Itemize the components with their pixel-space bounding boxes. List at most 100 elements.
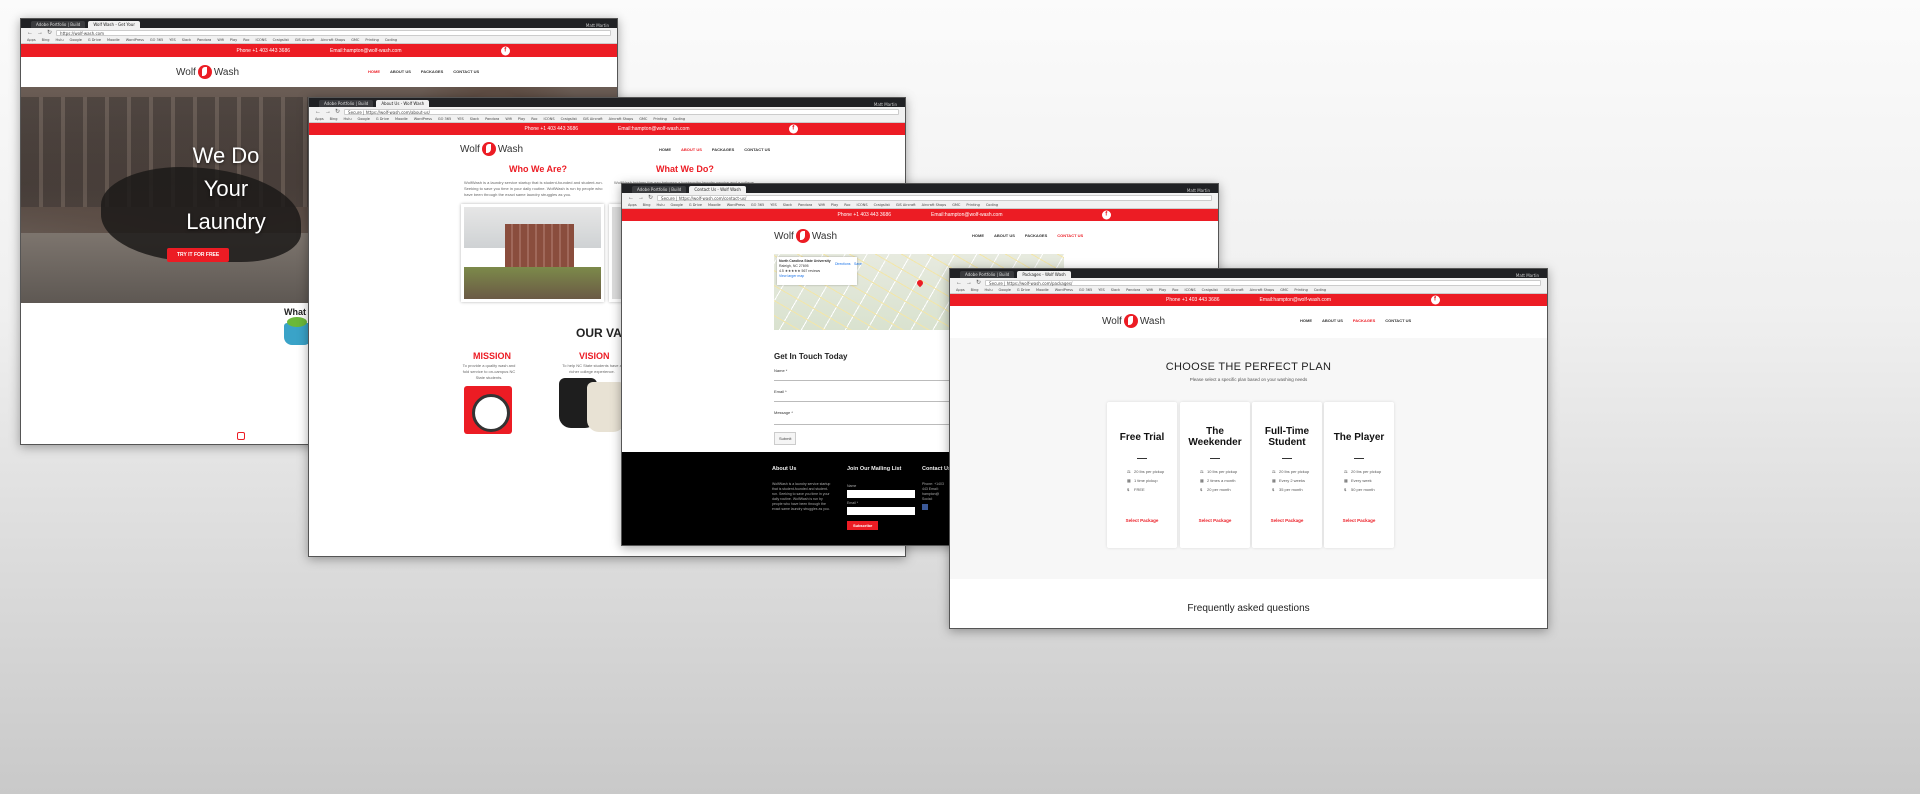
phone-text[interactable]: Phone +1 403 443 3686 (1166, 297, 1220, 303)
email-text[interactable]: Email:hampton@wolf-wash.com (1260, 297, 1332, 303)
map-save-link[interactable]: Save (854, 262, 862, 266)
email-text[interactable]: Email:hampton@wolf-wash.com (330, 48, 402, 54)
bookmark[interactable]: WordPress (727, 203, 745, 207)
facebook-icon[interactable]: f (1430, 295, 1440, 305)
bookmark[interactable]: YES (770, 203, 777, 207)
bookmark[interactable]: Wifi (217, 38, 224, 42)
bookmark[interactable]: Aircraft Shops (609, 117, 634, 121)
nav-home[interactable]: HOME (1300, 318, 1312, 323)
facebook-icon[interactable]: f (500, 46, 510, 55)
bookmark[interactable]: Moodle (1036, 288, 1049, 292)
address-bar[interactable]: Secure | https://wolf-wash.com/about-us/ (344, 108, 899, 115)
phone-text[interactable]: Phone +1 403 443 3686 (236, 48, 290, 54)
nav-about[interactable]: ABOUT US (994, 233, 1015, 238)
nav-packages[interactable]: PACKAGES (1353, 318, 1375, 323)
bookmark[interactable]: Bing (643, 203, 651, 207)
bookmark[interactable]: Craigslist (561, 117, 577, 121)
bookmark[interactable]: Moodle (395, 117, 408, 121)
email-text[interactable]: Email:hampton@wolf-wash.com (618, 126, 690, 132)
site-logo[interactable]: Wolf Wash (774, 229, 837, 243)
bookmark[interactable]: Craigslist (1202, 288, 1218, 292)
bookmark[interactable]: Apps (315, 117, 324, 121)
bookmark[interactable]: GO 365 (438, 117, 451, 121)
forward-icon[interactable]: → (325, 109, 331, 115)
facebook-icon[interactable] (922, 504, 928, 510)
bookmark[interactable]: Google (70, 38, 82, 42)
bookmark[interactable]: YES (1098, 288, 1105, 292)
bookmark[interactable]: Slack (1111, 288, 1120, 292)
bookmark[interactable]: Apps (27, 38, 36, 42)
email-text[interactable]: Email:hampton@wolf-wash.com (931, 212, 1003, 218)
bookmark[interactable]: Roc (243, 38, 249, 42)
forward-icon[interactable]: → (37, 30, 43, 36)
bookmark[interactable]: Google (358, 117, 370, 121)
browser-tab-active[interactable]: Wolf Wash - Get Your (88, 21, 140, 28)
bookmark[interactable]: Craigslist (273, 38, 289, 42)
reload-icon[interactable]: ↻ (47, 29, 52, 36)
select-package-button[interactable]: Select Package (1180, 518, 1250, 523)
bookmark[interactable]: GIS Aircraft (295, 38, 315, 42)
bookmark[interactable]: GMC (639, 117, 647, 121)
bookmark[interactable]: Slack (470, 117, 479, 121)
phone-text[interactable]: Phone +1 403 443 3686 (524, 126, 578, 132)
bookmark[interactable]: GMC (952, 203, 960, 207)
nav-home[interactable]: HOME (972, 233, 984, 238)
reload-icon[interactable]: ↻ (976, 279, 981, 286)
bookmark[interactable]: GIS Aircraft (583, 117, 603, 121)
bookmark[interactable]: Pandora (798, 203, 812, 207)
site-logo[interactable]: Wolf Wash (176, 65, 239, 79)
forward-icon[interactable]: → (966, 280, 972, 286)
browser-user[interactable]: Matt Martin (874, 102, 905, 107)
bookmark[interactable]: G Drive (689, 203, 702, 207)
bookmark[interactable]: Wifi (1146, 288, 1153, 292)
bookmark[interactable]: Coding (1314, 288, 1326, 292)
bookmark[interactable]: Coding (673, 117, 685, 121)
bookmark[interactable]: Slack (182, 38, 191, 42)
bookmark[interactable]: GMC (1280, 288, 1288, 292)
bookmark[interactable]: Play (230, 38, 237, 42)
site-logo[interactable]: Wolf Wash (1102, 314, 1165, 328)
bookmark[interactable]: YES (169, 38, 176, 42)
bookmark[interactable]: Printing (966, 203, 979, 207)
bookmark[interactable]: G Drive (88, 38, 101, 42)
browser-user[interactable]: Matt Martin (586, 23, 617, 28)
bookmark[interactable]: Pandora (197, 38, 211, 42)
bookmark[interactable]: GIS Aircraft (1224, 288, 1244, 292)
back-icon[interactable]: ← (27, 30, 33, 36)
bookmark[interactable]: Craigslist (874, 203, 890, 207)
address-bar[interactable]: Secure | https://wolf-wash.com/packages/ (985, 279, 1541, 286)
bookmark[interactable]: WordPress (126, 38, 144, 42)
facebook-icon[interactable]: f (788, 124, 798, 134)
bookmark[interactable]: Pandora (1126, 288, 1140, 292)
bookmark[interactable]: GIS Aircraft (896, 203, 916, 207)
nav-about[interactable]: ABOUT US (390, 69, 411, 74)
map-directions-link[interactable]: Directions (835, 262, 851, 266)
bookmark[interactable]: Wifi (505, 117, 512, 121)
bookmark[interactable]: WordPress (414, 117, 432, 121)
nav-home[interactable]: HOME (368, 69, 380, 74)
bookmark[interactable]: ICONS (256, 38, 267, 42)
bookmark[interactable]: YES (457, 117, 464, 121)
nav-contact[interactable]: CONTACT US (744, 147, 770, 152)
nav-packages[interactable]: PACKAGES (421, 69, 443, 74)
bookmark[interactable]: Moodle (708, 203, 721, 207)
nav-home[interactable]: HOME (659, 147, 671, 152)
bookmark[interactable]: Hulu (985, 288, 993, 292)
nav-contact[interactable]: CONTACT US (1385, 318, 1411, 323)
bookmark[interactable]: Printing (653, 117, 666, 121)
bookmark[interactable]: Bing (330, 117, 338, 121)
nav-packages[interactable]: PACKAGES (712, 147, 734, 152)
bookmark[interactable]: Apps (628, 203, 637, 207)
browser-user[interactable]: Matt Martin (1187, 188, 1218, 193)
browser-tab[interactable]: Adobe Portfolio | Build (960, 271, 1015, 278)
nav-contact[interactable]: CONTACT US (1057, 233, 1083, 238)
browser-tab[interactable]: Adobe Portfolio | Build (319, 100, 374, 107)
bookmark[interactable]: Aircraft Shops (1250, 288, 1275, 292)
reload-icon[interactable]: ↻ (648, 194, 653, 201)
bookmark[interactable]: Play (831, 203, 838, 207)
bookmark[interactable]: WordPress (1055, 288, 1073, 292)
subscribe-button[interactable]: Subscribe (847, 521, 879, 530)
bookmark[interactable]: ICONS (544, 117, 555, 121)
bookmark[interactable]: ICONS (1185, 288, 1196, 292)
bookmark[interactable]: Hulu (657, 203, 665, 207)
